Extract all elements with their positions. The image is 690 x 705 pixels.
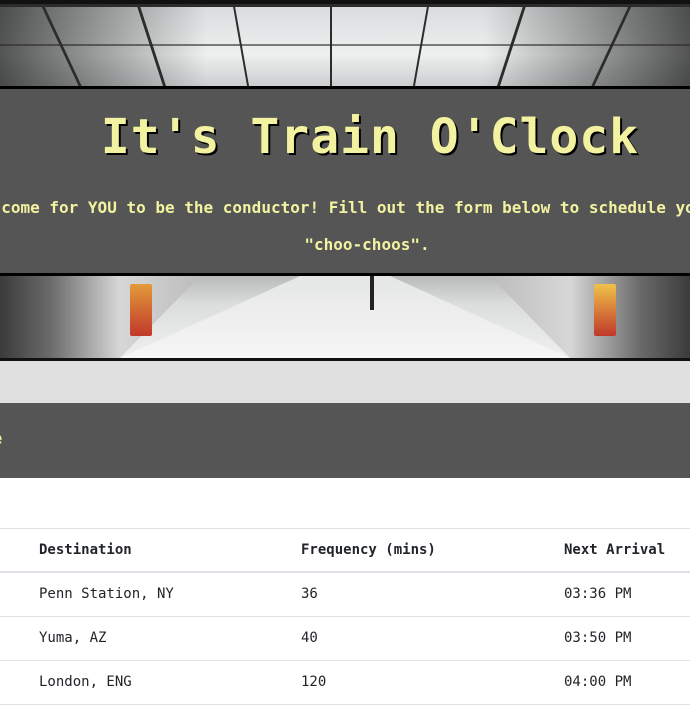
- schedule-panel-heading: e: [0, 403, 690, 478]
- jumbotron-banner: It's Train O'Clock The time has come for…: [0, 86, 690, 276]
- destination-cell: London, ENG: [39, 674, 132, 690]
- intro-line-2: "choo-choos".: [304, 235, 430, 254]
- table-row: Penn Station, NY 36 03:36 PM: [0, 573, 690, 617]
- page-title: It's Train O'Clock: [100, 109, 640, 165]
- column-header-destination: Destination: [39, 542, 132, 558]
- station-platform: [0, 276, 690, 358]
- next-arrival-cell: 04:00 PM: [564, 674, 632, 690]
- table-header-row: Destination Frequency (mins) Next Arriva…: [0, 529, 690, 573]
- intro-line-1: The time has come for YOU to be the cond…: [0, 198, 690, 217]
- section-divider: [0, 361, 690, 403]
- frequency-cell: 40: [301, 630, 318, 646]
- train-schedule-table: Destination Frequency (mins) Next Arriva…: [0, 528, 690, 705]
- destination-cell: Penn Station, NY: [39, 586, 174, 602]
- table-row: London, ENG 120 04:00 PM: [0, 661, 690, 705]
- station-roof: [0, 4, 690, 88]
- panel-heading-text: e: [0, 429, 2, 449]
- next-arrival-cell: 03:50 PM: [564, 630, 632, 646]
- frequency-cell: 120: [301, 674, 327, 690]
- table-row: Yuma, AZ 40 03:50 PM: [0, 617, 690, 661]
- column-header-frequency: Frequency (mins): [301, 542, 436, 558]
- column-header-next-arrival: Next Arrival: [564, 542, 666, 558]
- destination-cell: Yuma, AZ: [39, 630, 107, 646]
- frequency-cell: 36: [301, 586, 318, 602]
- next-arrival-cell: 03:36 PM: [564, 586, 632, 602]
- intro-text: The time has come for YOU to be the cond…: [0, 189, 690, 263]
